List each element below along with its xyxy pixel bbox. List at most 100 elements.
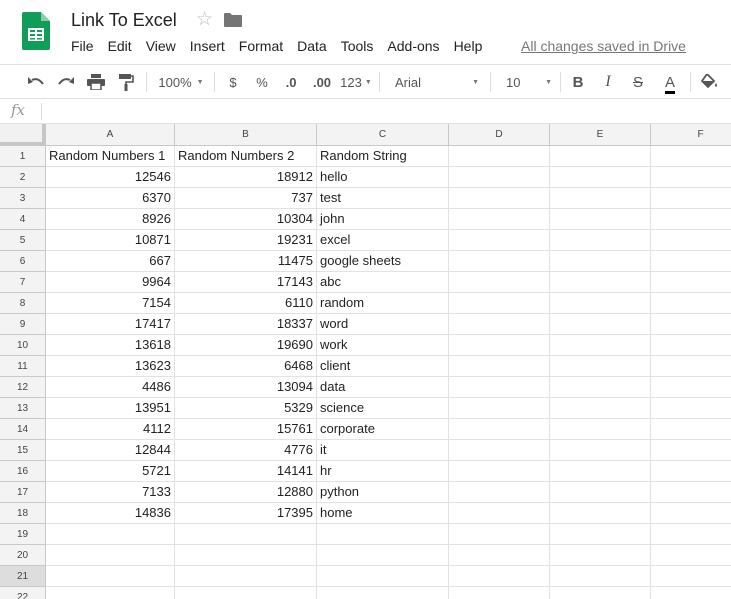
italic-button[interactable]: I [596,65,620,99]
zoom-select[interactable]: 100% ▼ [152,65,210,99]
currency-format-button[interactable]: $ [222,65,244,99]
cell[interactable] [651,482,731,503]
row-header[interactable]: 17 [0,482,46,503]
paint-format-icon[interactable] [112,65,140,99]
row-header[interactable]: 1 [0,146,46,167]
cell[interactable]: 4486 [46,377,175,398]
cell[interactable] [449,230,550,251]
row-header[interactable]: 7 [0,272,46,293]
cell[interactable]: corporate [317,419,449,440]
cell[interactable]: python [317,482,449,503]
row-header[interactable]: 16 [0,461,46,482]
cell[interactable]: 17143 [175,272,317,293]
menu-edit[interactable]: Edit [101,36,139,56]
cell[interactable] [550,230,651,251]
percent-format-button[interactable]: % [251,65,273,99]
cell[interactable] [46,587,175,599]
increase-decimals-button[interactable]: .00 [308,65,336,99]
cell[interactable]: hr [317,461,449,482]
column-header-e[interactable]: E [550,124,651,146]
menu-format[interactable]: Format [232,36,290,56]
cell[interactable]: 17417 [46,314,175,335]
cell[interactable]: 5721 [46,461,175,482]
decrease-decimals-button[interactable]: .0 [279,65,303,99]
row-header[interactable]: 9 [0,314,46,335]
cell[interactable] [317,545,449,566]
cell[interactable] [651,566,731,587]
cell[interactable]: random [317,293,449,314]
row-header[interactable]: 15 [0,440,46,461]
cell[interactable]: 10304 [175,209,317,230]
cell[interactable] [550,398,651,419]
cell[interactable]: 13094 [175,377,317,398]
cell[interactable]: abc [317,272,449,293]
cell[interactable] [175,545,317,566]
sheets-logo-icon[interactable] [22,12,50,50]
cell[interactable] [651,293,731,314]
cell[interactable] [651,209,731,230]
cell[interactable]: 6110 [175,293,317,314]
menu-data[interactable]: Data [290,36,334,56]
cell[interactable] [550,440,651,461]
menu-view[interactable]: View [139,36,183,56]
fill-color-icon[interactable] [697,65,723,99]
cell[interactable] [550,314,651,335]
row-header[interactable]: 13 [0,398,46,419]
cell[interactable]: 7133 [46,482,175,503]
cell[interactable] [449,524,550,545]
column-header-b[interactable]: B [175,124,317,146]
cell[interactable] [651,587,731,599]
cell[interactable]: 11475 [175,251,317,272]
font-family-select[interactable]: Arial ▼ [385,65,485,99]
cell[interactable]: Random Numbers 2 [175,146,317,167]
cell[interactable]: home [317,503,449,524]
cell[interactable]: 15761 [175,419,317,440]
cell[interactable] [651,398,731,419]
menu-tools[interactable]: Tools [334,36,381,56]
column-header-f[interactable]: F [651,124,731,146]
cell[interactable]: 19231 [175,230,317,251]
cell[interactable] [550,566,651,587]
cell[interactable] [651,377,731,398]
cell[interactable] [175,566,317,587]
cell[interactable] [550,503,651,524]
bold-button[interactable]: B [566,65,590,99]
cell[interactable] [449,503,550,524]
cell[interactable] [550,293,651,314]
cell[interactable] [550,146,651,167]
cell[interactable] [449,398,550,419]
cell[interactable] [449,356,550,377]
print-icon[interactable] [82,65,110,99]
more-formats-select[interactable]: 123 ▼ [338,65,374,99]
cell[interactable] [550,419,651,440]
menu-add-ons[interactable]: Add-ons [380,36,446,56]
row-header[interactable]: 19 [0,524,46,545]
menu-help[interactable]: Help [447,36,490,56]
row-header[interactable]: 6 [0,251,46,272]
cell[interactable] [449,209,550,230]
cell[interactable]: 737 [175,188,317,209]
cell[interactable] [550,377,651,398]
row-header[interactable]: 18 [0,503,46,524]
cell[interactable] [550,587,651,599]
cell[interactable] [651,272,731,293]
cell[interactable]: john [317,209,449,230]
folder-icon[interactable] [224,13,242,27]
cell[interactable]: excel [317,230,449,251]
cell[interactable]: 5329 [175,398,317,419]
document-title[interactable]: Link To Excel [71,8,177,32]
redo-icon[interactable] [52,65,80,99]
cell[interactable]: 13951 [46,398,175,419]
cell[interactable]: 14141 [175,461,317,482]
cell[interactable]: 6468 [175,356,317,377]
cell[interactable] [550,524,651,545]
cell[interactable] [651,419,731,440]
cell[interactable] [449,440,550,461]
text-color-button[interactable]: A [656,65,684,99]
cell[interactable] [449,587,550,599]
cell[interactable]: 10871 [46,230,175,251]
cell[interactable]: word [317,314,449,335]
cell[interactable] [449,419,550,440]
strikethrough-button[interactable]: S [626,65,650,99]
cell[interactable] [550,167,651,188]
